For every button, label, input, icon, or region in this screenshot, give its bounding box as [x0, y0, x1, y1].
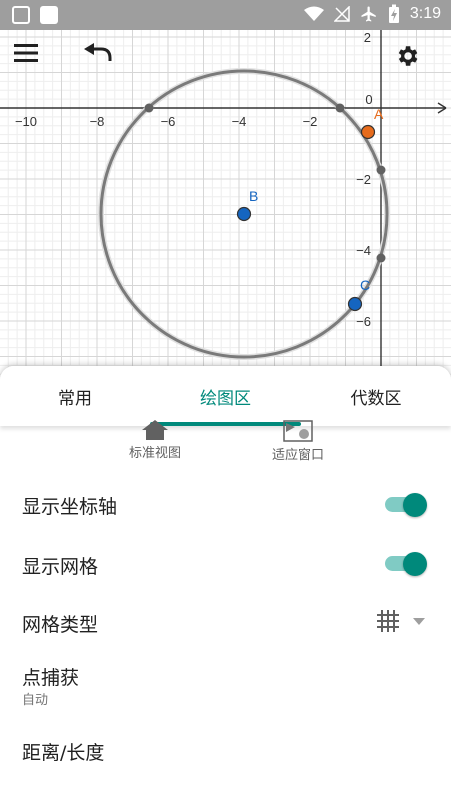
point-b[interactable]	[236, 206, 252, 222]
undo-button[interactable]	[84, 43, 128, 87]
gear-icon	[398, 46, 418, 66]
standard-view-button[interactable]: 标准视图	[120, 420, 190, 461]
show-axes-toggle[interactable]	[385, 493, 427, 517]
point-a[interactable]	[360, 124, 376, 140]
no-signal-icon	[333, 6, 350, 22]
setting-show-grid[interactable]: 显示网格	[0, 545, 451, 585]
fit-window-icon	[283, 420, 313, 442]
setting-point-capture[interactable]: 点捕获 自动	[0, 663, 451, 715]
y-tick-label: 2	[364, 30, 371, 45]
grid-type-dropdown[interactable]	[377, 610, 425, 632]
point-c[interactable]	[347, 296, 363, 312]
chevron-down-icon	[413, 617, 425, 625]
show-grid-label: 显示网格	[22, 556, 99, 578]
settings-button[interactable]	[394, 43, 438, 87]
point-capture-label: 点捕获	[22, 667, 80, 689]
graph-canvas[interactable]: −10 −8 −6 −4 −2 0 2 −2 −4 −6 A B C	[0, 30, 451, 401]
app-notification-icon	[40, 6, 58, 24]
y-tick-label: −4	[356, 243, 371, 258]
tab-graphics[interactable]: 绘图区	[150, 366, 301, 426]
intersection-point[interactable]	[376, 165, 386, 175]
home-icon	[142, 420, 168, 440]
clock-time: 3:19	[409, 5, 441, 22]
y-tick-label: −2	[356, 172, 371, 187]
standard-view-label: 标准视图	[128, 446, 181, 461]
setting-grid-type[interactable]: 网格类型	[0, 604, 451, 644]
intersection-point[interactable]	[335, 103, 345, 113]
show-grid-toggle[interactable]	[385, 552, 427, 576]
intersection-point[interactable]	[376, 253, 386, 263]
undo-icon	[84, 43, 112, 61]
distance-label: 距离/长度	[22, 742, 105, 764]
setting-distance[interactable]: 距离/长度	[0, 738, 451, 778]
battery-charging-icon	[388, 4, 399, 23]
grid-type-label: 网格类型	[22, 614, 99, 636]
fit-window-button[interactable]: 适应窗口	[262, 420, 334, 463]
point-a-label: A	[374, 106, 384, 122]
wifi-icon	[303, 6, 324, 21]
grid-icon	[377, 610, 399, 632]
x-tick-label: −10	[15, 114, 37, 129]
airplane-mode-icon	[361, 6, 376, 22]
y-tick-label: −6	[356, 314, 371, 329]
x-tick-label: −4	[232, 114, 247, 129]
tab-bar: 常用 绘图区 代数区	[0, 366, 451, 426]
settings-sheet: 常用 绘图区 代数区 标准视图 适应窗口 显示坐标轴 显示网格 网格类型 点捕获…	[0, 366, 451, 801]
hamburger-menu-icon	[14, 44, 38, 62]
status-bar: 3:19	[0, 0, 451, 30]
menu-button[interactable]	[14, 43, 58, 87]
tab-basic[interactable]: 常用	[0, 366, 150, 426]
tab-algebra[interactable]: 代数区	[301, 366, 451, 426]
fit-window-label: 适应窗口	[271, 448, 324, 463]
point-b-label: B	[249, 188, 258, 204]
show-axes-label: 显示坐标轴	[22, 496, 118, 518]
setting-show-axes[interactable]: 显示坐标轴	[0, 484, 451, 524]
x-tick-label: −2	[303, 114, 318, 129]
gallery-notification-icon	[12, 6, 30, 24]
point-capture-value: 自动	[22, 693, 49, 708]
x-tick-label: −6	[161, 114, 176, 129]
x-tick-label: 0	[365, 92, 372, 107]
point-c-label: C	[360, 277, 370, 293]
graphics-view[interactable]: −10 −8 −6 −4 −2 0 2 −2 −4 −6 A B C	[0, 30, 451, 401]
intersection-point[interactable]	[144, 103, 154, 113]
x-tick-label: −8	[90, 114, 105, 129]
